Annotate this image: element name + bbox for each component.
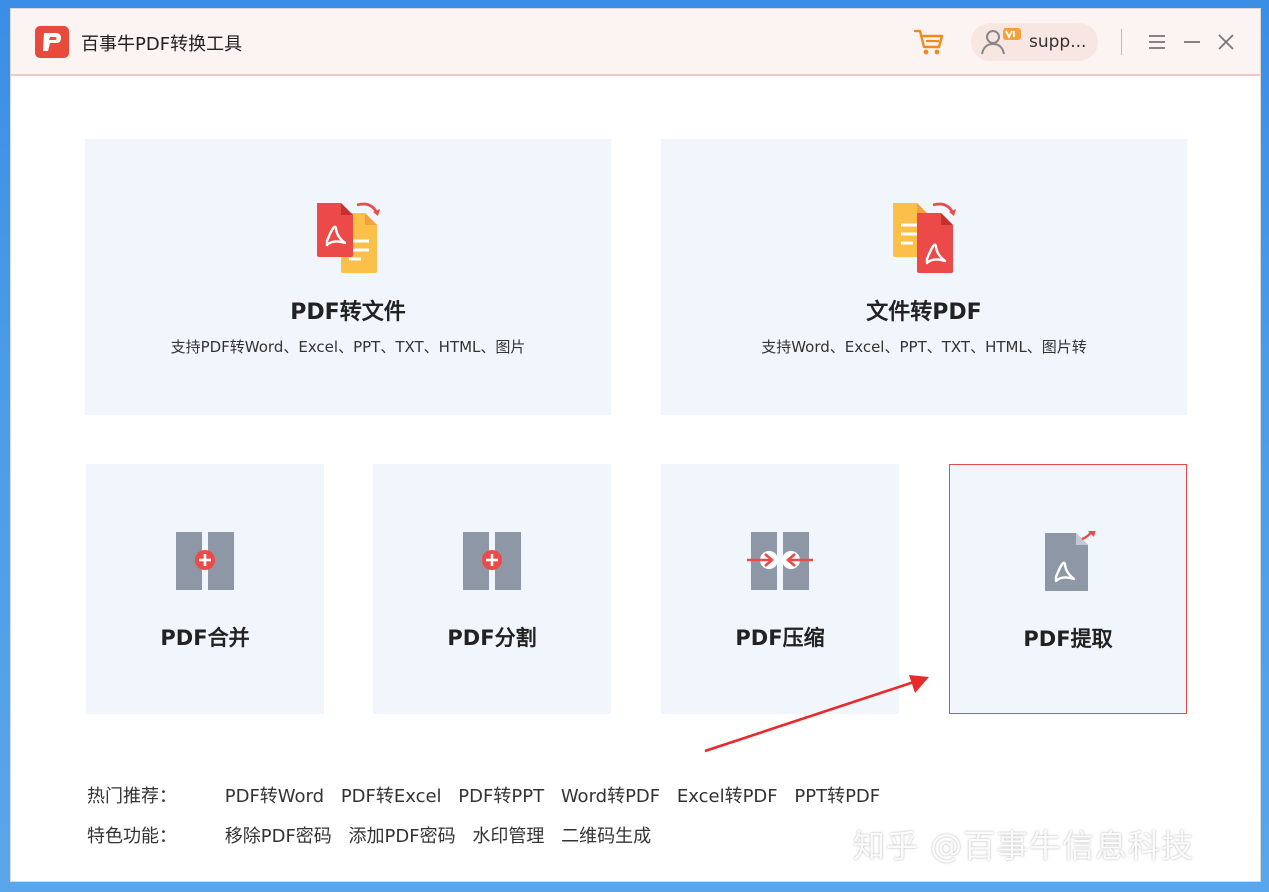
close-button[interactable]: [1215, 31, 1237, 53]
pdf-split-title: PDF分割: [447, 626, 537, 650]
file-to-pdf-card[interactable]: 文件转PDF 支持Word、Excel、PPT、TXT、HTML、图片转: [661, 139, 1187, 415]
app-title: 百事牛PDF转换工具: [81, 34, 243, 55]
close-icon: [1218, 34, 1234, 50]
hot-recommend-label: 热门推荐：: [87, 786, 177, 807]
feature-link-add-password[interactable]: 添加PDF密码: [349, 822, 456, 848]
hot-link-excel-to-pdf[interactable]: Excel转PDF: [677, 782, 778, 808]
pdf-extract-card[interactable]: PDF提取: [949, 464, 1187, 714]
split-icon: [463, 532, 521, 590]
file-to-pdf-subtitle: 支持Word、Excel、PPT、TXT、HTML、图片转: [761, 338, 1087, 356]
user-vip-icon: [981, 28, 1021, 55]
pdf-compress-card[interactable]: PDF压缩: [661, 464, 899, 714]
merge-icon: [176, 532, 234, 590]
feature-link-watermark[interactable]: 水印管理: [472, 822, 544, 848]
pdf-merge-card[interactable]: PDF合并: [86, 464, 324, 714]
zhihu-watermark: 知乎 @百事牛信息科技: [853, 827, 1195, 865]
hot-link-pdf-to-excel[interactable]: PDF转Excel: [341, 782, 442, 808]
file-to-pdf-title: 文件转PDF: [866, 300, 982, 325]
minimize-icon: [1184, 41, 1200, 43]
pdf-to-file-subtitle: 支持PDF转Word、Excel、PPT、TXT、HTML、图片: [170, 338, 526, 356]
app-logo: [35, 26, 69, 58]
hamburger-menu-icon: [1149, 35, 1165, 49]
features-row: 特色功能： 移除PDF密码 添加PDF密码 水印管理 二维码生成: [87, 822, 662, 848]
extract-icon: [1045, 531, 1096, 591]
shopping-cart-icon: [913, 29, 944, 55]
feature-link-qrcode[interactable]: 二维码生成: [561, 822, 651, 848]
pdf-compress-title: PDF压缩: [735, 626, 825, 650]
user-account-button[interactable]: supp...: [971, 23, 1098, 61]
features-label: 特色功能：: [87, 826, 177, 847]
title-bar: 百事牛PDF转换工具 supp...: [11, 9, 1260, 76]
pdf-to-document-icon: [317, 202, 380, 273]
pdf-extract-title: PDF提取: [1023, 627, 1113, 651]
pdf-logo-icon: [43, 33, 61, 51]
pdf-to-file-card[interactable]: PDF转文件 支持PDF转Word、Excel、PPT、TXT、HTML、图片: [85, 139, 611, 415]
menu-button[interactable]: [1146, 31, 1168, 53]
app-window: 百事牛PDF转换工具 supp... PDF转文件 支持PDF转Word、Exc…: [10, 8, 1261, 882]
hot-link-word-to-pdf[interactable]: Word转PDF: [561, 782, 660, 808]
title-divider: [1121, 29, 1122, 55]
hot-link-ppt-to-pdf[interactable]: PPT转PDF: [794, 782, 880, 808]
pdf-merge-title: PDF合并: [160, 626, 250, 650]
pdf-to-file-title: PDF转文件: [290, 300, 406, 325]
cart-button[interactable]: [912, 26, 946, 58]
pdf-split-card[interactable]: PDF分割: [373, 464, 611, 714]
feature-link-remove-password[interactable]: 移除PDF密码: [225, 822, 332, 848]
compress-icon: [747, 532, 813, 590]
document-to-pdf-icon: [893, 202, 956, 273]
user-name: supp...: [1029, 32, 1087, 52]
minimize-button[interactable]: [1181, 31, 1203, 53]
hot-recommend-row: 热门推荐： PDF转Word PDF转Excel PDF转PPT Word转PD…: [87, 782, 891, 808]
hot-link-pdf-to-word[interactable]: PDF转Word: [225, 782, 324, 808]
hot-link-pdf-to-ppt[interactable]: PDF转PPT: [458, 782, 544, 808]
